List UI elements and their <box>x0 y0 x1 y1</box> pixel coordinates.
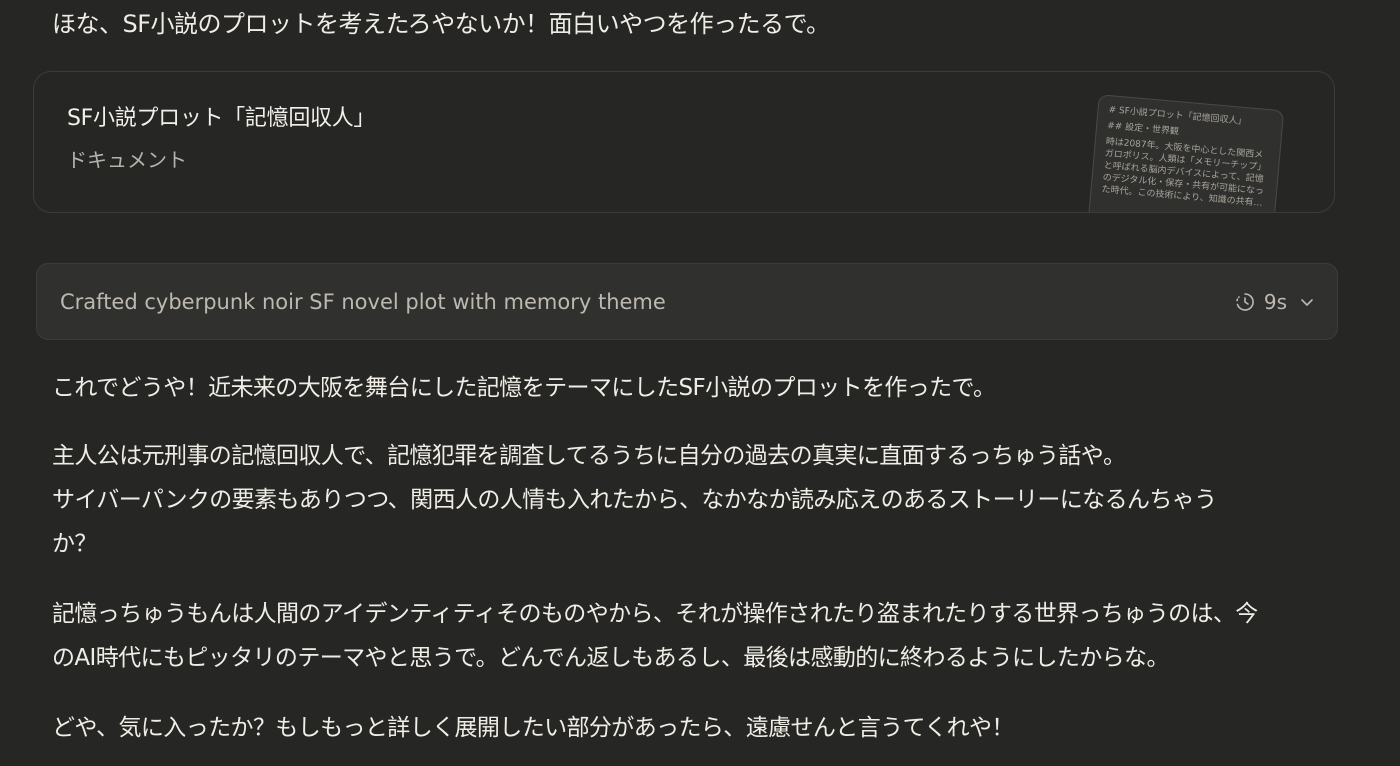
response-paragraph-2-line-3: か？ <box>52 531 97 557</box>
response-paragraph-1: これでどうや！近未来の大阪を舞台にした記憶をテーマにしたSF小説のプロットを作っ… <box>52 375 996 401</box>
document-preview-thumbnail: # SF小説プロット「記憶回収人」 ## 設定・世界観 時は2087年。大阪を中… <box>1085 94 1285 212</box>
artifact-type-label: ドキュメント <box>67 148 187 172</box>
thinking-meta: 9s <box>1234 286 1315 318</box>
artifact-card[interactable]: SF小説プロット「記憶回収人」 ドキュメント # SF小説プロット「記憶回収人」… <box>33 71 1335 213</box>
response-paragraph-4: どや、気に入ったか？もしもっと詳しく展開したい部分があったら、遠慮せんと言うてく… <box>52 715 1014 741</box>
thinking-summary-toggle[interactable]: Crafted cyberpunk noir SF novel plot wit… <box>36 263 1338 340</box>
artifact-title: SF小説プロット「記憶回収人」 <box>67 106 376 131</box>
timer-icon <box>1234 291 1256 313</box>
response-paragraph-3-line-1: 記憶っちゅうもんは人間のアイデンティティそのものやから、それが操作されたり盗まれ… <box>52 601 1258 627</box>
response-paragraph-2-line-2: サイバーパンクの要素もありつつ、関西人の人情も入れたから、なかなか読み応えのある… <box>52 487 1217 513</box>
chevron-down-icon <box>1299 294 1315 310</box>
response-paragraph-2: 主人公は元刑事の記憶回収人で、記憶犯罪を調査してるうちに自分の過去の真実に直面す… <box>52 434 1217 566</box>
thinking-duration: 9s <box>1263 290 1287 314</box>
thinking-summary-text: Crafted cyberpunk noir SF novel plot wit… <box>60 290 666 314</box>
response-paragraph-2-line-1: 主人公は元刑事の記憶回収人で、記憶犯罪を調査してるうちに自分の過去の真実に直面す… <box>52 443 1126 469</box>
response-paragraph-3-line-2: のAI時代にもピッタリのテーマやと思うで。どんでん返しもあるし、最後は感動的に終… <box>52 645 1169 671</box>
response-paragraph-3: 記憶っちゅうもんは人間のアイデンティティそのものやから、それが操作されたり盗まれ… <box>52 592 1258 680</box>
preview-body: 時は2087年。大阪を中心とした関西メガロポリス。人類は「メモリーチップ」と呼ば… <box>1101 136 1267 209</box>
intro-message: ほな、SF小説のプロットを考えたろやないか！面白いやつを作ったるで。 <box>52 10 830 38</box>
